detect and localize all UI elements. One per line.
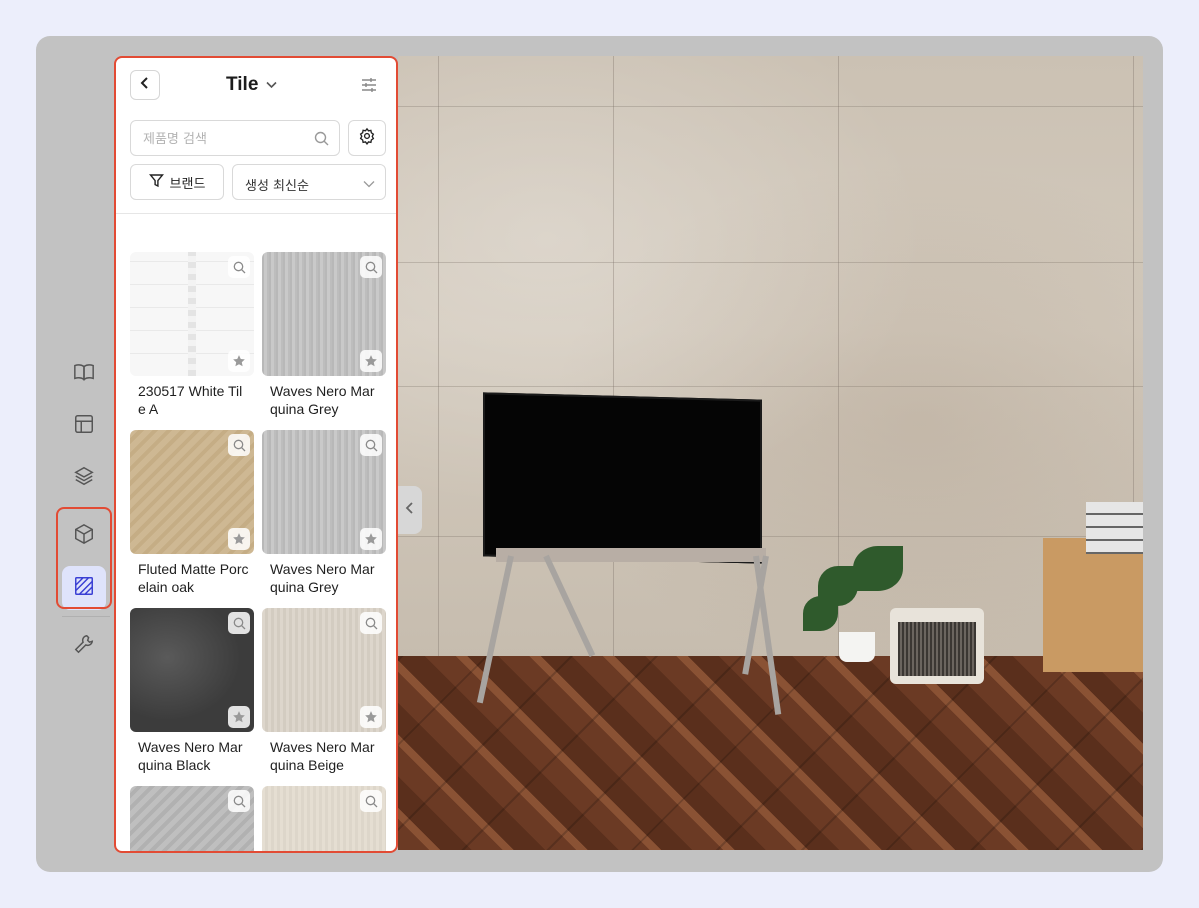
zoom-icon[interactable] <box>228 612 250 634</box>
tv-frame <box>496 548 766 562</box>
material-thumbnail[interactable] <box>130 786 254 851</box>
collapse-panel-button[interactable] <box>398 486 422 534</box>
material-name: Waves Nero Marquina Beige <box>270 739 375 773</box>
category-dropdown[interactable]: Tile <box>226 74 277 96</box>
plant-leaf <box>853 546 903 591</box>
chevron-down-icon <box>363 177 375 192</box>
material-card[interactable] <box>130 786 254 851</box>
book-icon <box>73 361 95 388</box>
search-field <box>130 120 340 157</box>
panel-title: Tile <box>226 74 259 95</box>
material-thumbnail[interactable] <box>130 252 254 376</box>
zoom-icon[interactable] <box>228 790 250 812</box>
layout-button[interactable] <box>62 404 106 448</box>
zoom-icon[interactable] <box>360 790 382 812</box>
sort-select[interactable]: 생성 최신순 <box>232 164 386 200</box>
material-thumbnail[interactable] <box>262 430 386 554</box>
rail-highlight-box <box>56 507 112 609</box>
panel-header: Tile <box>116 58 396 114</box>
material-card[interactable]: Waves Nero Marquina Grey <box>262 252 386 418</box>
material-name: Waves Nero Marquina Grey <box>270 383 375 417</box>
chevron-left-icon <box>405 501 415 520</box>
rail-divider <box>62 616 110 617</box>
material-name: Waves Nero Marquina Black <box>138 739 243 773</box>
zoom-icon[interactable] <box>360 612 382 634</box>
favorite-star-icon[interactable] <box>360 706 382 728</box>
speaker <box>890 608 984 684</box>
plant-leaf <box>803 596 838 631</box>
wrench-icon <box>73 633 95 660</box>
material-thumbnail[interactable] <box>262 786 386 851</box>
zoom-icon[interactable] <box>228 434 250 456</box>
material-panel: Tile 브랜드 생성 최신순 230517 W <box>114 56 398 853</box>
layers-button[interactable] <box>62 456 106 500</box>
chevron-down-icon <box>266 76 277 94</box>
filter-icon <box>148 173 164 192</box>
scene-viewport[interactable] <box>398 56 1143 850</box>
chevron-left-icon <box>140 76 150 95</box>
material-card[interactable]: Waves Nero Marquina Black <box>130 608 254 774</box>
favorite-star-icon[interactable] <box>228 350 250 372</box>
layers-icon <box>73 465 95 492</box>
gear-icon <box>358 127 376 150</box>
material-name: Fluted Matte Porcelain oak <box>138 561 249 595</box>
sort-label: 생성 최신순 <box>245 179 309 194</box>
zoom-icon[interactable] <box>228 256 250 278</box>
book-stack <box>1086 502 1143 554</box>
material-card[interactable] <box>262 786 386 851</box>
tools-button[interactable] <box>62 624 106 668</box>
zoom-icon[interactable] <box>360 434 382 456</box>
favorite-star-icon[interactable] <box>228 528 250 550</box>
brand-filter-label: 브랜드 <box>169 176 206 192</box>
material-name: 230517 White Tile A <box>138 383 243 417</box>
sliders-icon <box>360 78 378 98</box>
search-input[interactable] <box>141 121 305 157</box>
back-button[interactable] <box>130 70 160 100</box>
material-card[interactable]: Waves Nero Marquina Beige <box>262 608 386 774</box>
material-card[interactable]: Fluted Matte Porcelain oak <box>130 430 254 596</box>
search-icon[interactable] <box>314 131 329 151</box>
material-name: Waves Nero Marquina Grey <box>270 561 375 595</box>
plant-pot <box>839 632 875 662</box>
material-card[interactable]: 230517 White Tile A <box>130 252 254 418</box>
settings-button[interactable] <box>348 120 386 156</box>
favorite-star-icon[interactable] <box>360 350 382 372</box>
cabinet <box>1043 538 1143 672</box>
material-thumbnail[interactable] <box>130 430 254 554</box>
material-card[interactable]: Waves Nero Marquina Grey <box>262 430 386 596</box>
tv-screen <box>483 392 762 564</box>
material-thumbnail[interactable] <box>262 608 386 732</box>
zoom-icon[interactable] <box>360 256 382 278</box>
material-thumbnail[interactable] <box>130 608 254 732</box>
favorite-star-icon[interactable] <box>228 706 250 728</box>
material-thumbnail[interactable] <box>262 252 386 376</box>
brand-filter-button[interactable]: 브랜드 <box>130 164 224 200</box>
adjust-filters-button[interactable] <box>360 76 378 99</box>
favorite-star-icon[interactable] <box>360 528 382 550</box>
layout-icon <box>73 413 95 440</box>
panel-divider <box>116 213 396 214</box>
catalog-button[interactable] <box>62 352 106 396</box>
